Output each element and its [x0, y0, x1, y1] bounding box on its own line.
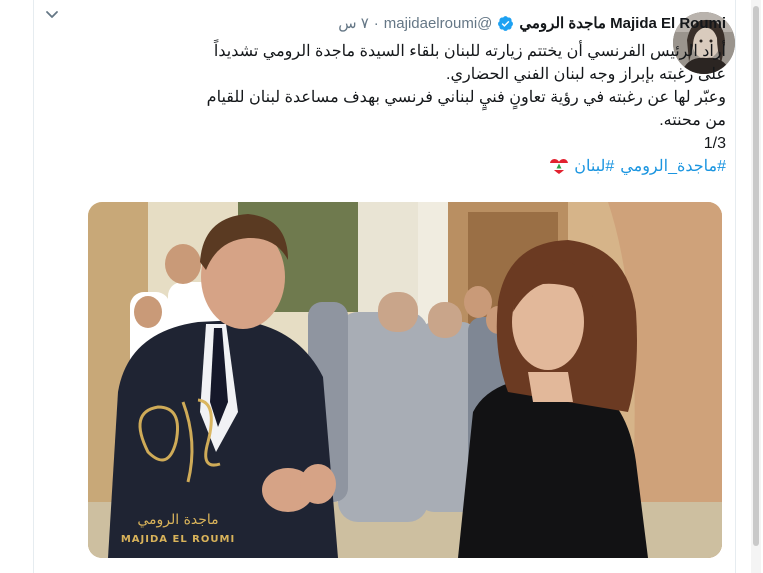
tweet-text-line: على رغبته بإبراز وجه لبنان الفني الحضاري… — [446, 66, 726, 83]
tweet-content: Majida El Roumi ماجدة الرومي @majidaelro… — [86, 10, 726, 179]
tweet-timestamp[interactable]: ٧ س — [338, 14, 369, 32]
tweet-text-line: أراد الرئيس الفرنسي أن يختتم زيارته للبن… — [213, 43, 726, 60]
tweet-header: Majida El Roumi ماجدة الرومي @majidaelro… — [86, 10, 726, 36]
tweet-text-line: من محنته. — [659, 112, 726, 129]
verified-badge-icon — [497, 15, 514, 32]
hashtag-row: #ماجدة_الرومي #لبنان — [86, 155, 726, 179]
watermark-arabic: ماجدة الرومي — [137, 512, 218, 528]
thread-counter: 1/3 — [703, 135, 726, 152]
separator-dot: · — [373, 14, 379, 32]
tweet-text: أراد الرئيس الفرنسي أن يختتم زيارته للبن… — [86, 40, 726, 155]
scrollbar-thumb[interactable] — [753, 6, 759, 546]
tweet-photo[interactable]: ماجدة الرومي MAJIDA EL ROUMI — [88, 202, 722, 558]
author-handle[interactable]: @majidaelroumi — [384, 15, 493, 32]
watermark-latin: MAJIDA EL ROUMI — [121, 534, 235, 545]
hashtag-lebanon[interactable]: #لبنان — [574, 155, 614, 179]
chevron-down-icon[interactable] — [44, 6, 60, 22]
tweet-card[interactable]: Majida El Roumi ماجدة الرومي @majidaelro… — [33, 0, 736, 573]
lebanon-heart-icon — [550, 159, 569, 175]
tweet-text-line: وعبّر لها عن رغبته في رؤية تعاونٍ فنيٍ ل… — [206, 89, 726, 106]
hashtag-majida[interactable]: #ماجدة_الرومي — [620, 155, 726, 179]
author-name[interactable]: Majida El Roumi ماجدة الرومي — [519, 14, 726, 32]
scrollbar[interactable] — [751, 0, 761, 573]
